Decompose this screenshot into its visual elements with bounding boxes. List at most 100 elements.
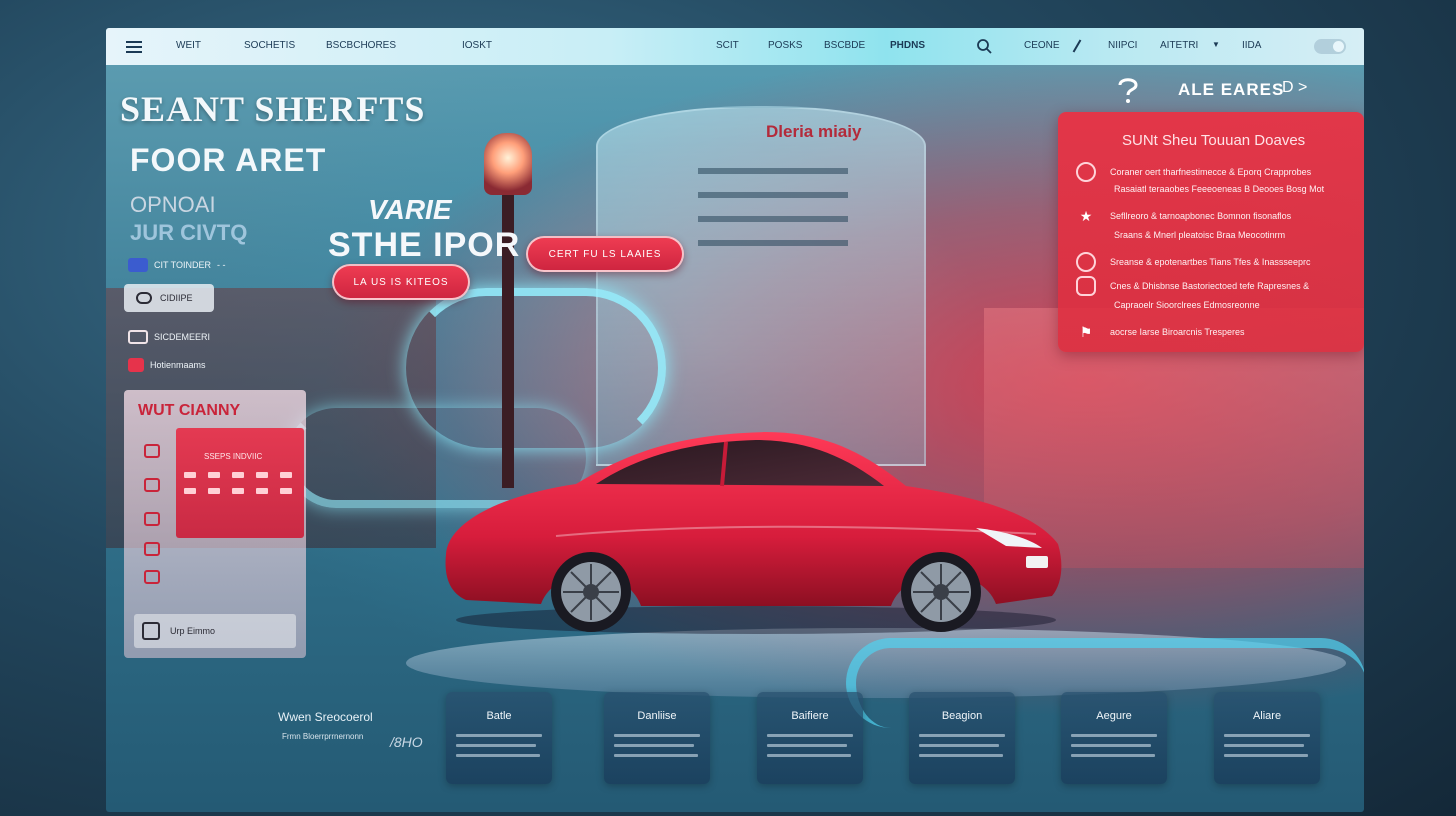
nav-item[interactable]: CEONE (1024, 40, 1060, 51)
user-icon[interactable] (144, 512, 160, 526)
card-title: Batle (486, 710, 512, 722)
right-callout-title[interactable]: ALE EARES (1178, 80, 1284, 100)
nav-item[interactable]: PHDNS (890, 40, 925, 51)
tower-stripe (698, 168, 848, 174)
tower-sign: Dleria miaiy (766, 122, 862, 141)
theme-toggle[interactable] (1314, 39, 1346, 54)
target-icon (1076, 162, 1096, 182)
card-title: Aegure (1096, 710, 1132, 722)
feature-row[interactable]: Sraans & Mnerl pleatoisc Braa Meocotinrm (1114, 230, 1285, 240)
tower-stripe (698, 192, 848, 198)
feature-card[interactable]: Baifiere (757, 692, 863, 784)
side-row[interactable]: SICDEMEERI (128, 330, 210, 344)
tower-stripe (698, 216, 848, 222)
side-row-label: Hotienmaams (150, 360, 206, 370)
feature-text: aocrse Iarse Biroarcnis Tresperes (1110, 327, 1245, 337)
promo-heading: VARIE (368, 194, 452, 225)
help-icon[interactable] (1116, 76, 1140, 104)
left-panel-title: WUT CIANNY (138, 402, 241, 419)
card-title: Danliise (637, 710, 677, 722)
document-icon (128, 358, 144, 372)
feature-text: Coraner oert tharfnestimecce & Eporq Cra… (1110, 167, 1312, 177)
left-panel-grid-label: SSEPS INDVIIC (204, 452, 263, 461)
feature-card[interactable]: Danliise (604, 692, 710, 784)
menu-icon[interactable] (126, 41, 142, 53)
top-navbar: WEIT SOCHETIS BSCBCHORES IOSKT SCIT POSK… (106, 28, 1364, 65)
side-row[interactable]: Hotienmaams (128, 358, 206, 372)
feature-text: Cnes & Dhisbnse Bastoriectoed tefe Rapre… (1110, 281, 1310, 291)
side-pill-label: CIDIIPE (160, 293, 193, 303)
calendar-icon (142, 622, 160, 640)
nav-item[interactable]: BSCBDE (824, 40, 865, 51)
nav-item[interactable]: POSKS (768, 40, 802, 51)
feature-card[interactable]: Batle (446, 692, 552, 784)
car-icon[interactable] (144, 542, 160, 556)
features-panel: SUNt Sheu Touuan Doaves Coraner oert tha… (1058, 112, 1364, 352)
bottom-caption-code: /8HO (390, 734, 423, 750)
left-panel-footer[interactable]: Urp Eimmo (134, 614, 296, 648)
feature-row[interactable]: Cnes & Dhisbnse Bastoriectoed tefe Rapre… (1076, 276, 1309, 296)
feature-text: Sreanse & epotenartbes Tians Tfes & Inas… (1110, 257, 1311, 267)
tower-stripe (698, 240, 848, 246)
app-frame: Dleria miaiy WEIT SOCHETIS BSCBCHORES IO… (106, 28, 1364, 812)
more-icon: - - (217, 260, 226, 270)
side-row[interactable]: CIT TOINDER - - (128, 258, 226, 272)
cta-button[interactable]: CERT FU LS LAAIES (526, 236, 684, 272)
tag-icon[interactable] (144, 478, 160, 492)
left-panel-grid-items (184, 472, 298, 494)
hero-subtitle: FOOR ARET (130, 142, 327, 178)
feature-card[interactable]: Aegure (1061, 692, 1167, 784)
feature-row[interactable]: Capraoelr Sioorclrees Edmosreonne (1114, 300, 1260, 310)
nav-item[interactable]: AITETRI (1160, 40, 1198, 51)
search-icon[interactable] (976, 38, 992, 54)
feature-text: Sefllreoro & tarnoapbonec Bomnon fisonaf… (1110, 211, 1292, 221)
feature-card[interactable]: Beagion (909, 692, 1015, 784)
chevron-down-icon[interactable]: ▼ (1212, 40, 1220, 49)
feature-text: Rasaiatl teraaobes Feeeoeneas B Deooes B… (1114, 184, 1325, 194)
lock-icon (1076, 276, 1096, 296)
link-icon (136, 292, 152, 304)
feature-row[interactable]: Coraner oert tharfnestimecce & Eporq Cra… (1076, 162, 1311, 182)
divider (1072, 39, 1082, 53)
bottom-caption-title: Wwen Sreocoerol (278, 710, 373, 724)
feature-row[interactable]: ⚑ aocrse Iarse Biroarcnis Tresperes (1076, 322, 1245, 342)
arrow-right-icon[interactable]: D > (1282, 79, 1307, 97)
left-panel-footer-label: Urp Eimmo (170, 626, 216, 636)
hero-title: SEANT SHERFTS (120, 89, 426, 129)
side-pill-button[interactable]: CIDIIPE (124, 284, 214, 312)
feature-text: Sraans & Mnerl pleatoisc Braa Meocotinrm (1114, 230, 1286, 240)
feature-row[interactable]: Sreanse & epotenartbes Tians Tfes & Inas… (1076, 252, 1310, 272)
features-panel-title: SUNt Sheu Touuan Doaves (1122, 132, 1306, 149)
nav-item[interactable]: IIDA (1242, 40, 1261, 51)
info-icon (1076, 252, 1096, 272)
sports-car-image (445, 432, 1062, 634)
nav-item[interactable]: NIIPCI (1108, 40, 1137, 51)
nav-item[interactable]: WEIT (176, 40, 201, 51)
side-row-label: SICDEMEERI (154, 332, 211, 342)
card-title: Aliare (1252, 710, 1282, 722)
promo-button[interactable]: LA US IS KITEOS (332, 264, 470, 300)
left-panel-grid: SSEPS INDVIIC (176, 428, 304, 538)
left-info-panel: WUT CIANNY SSEPS INDVIIC Urp Eimmo (124, 390, 306, 658)
card-title: Baifiere (791, 710, 829, 722)
nav-item[interactable]: BSCBCHORES (326, 40, 396, 51)
nav-item[interactable]: SCIT (716, 40, 739, 51)
bottom-caption-subtitle: Frmn Bloerrprrnernonn (282, 732, 364, 741)
star-icon: ★ (1079, 207, 1093, 224)
feature-card[interactable]: Aliare (1214, 692, 1320, 784)
feature-row[interactable]: ★ Sefllreoro & tarnoapbonec Bomnon fison… (1076, 206, 1291, 226)
card-title: Beagion (941, 710, 983, 722)
pin-icon: ⚑ (1079, 323, 1093, 340)
nav-item[interactable]: IOSKT (462, 40, 492, 51)
side-row-label: CIT TOINDER (154, 260, 212, 270)
hero-tagline: OPNOAI (130, 192, 216, 217)
street-lamp-head (484, 133, 532, 195)
nav-item[interactable]: SOCHETIS (244, 40, 295, 51)
phone-icon[interactable] (144, 570, 160, 584)
feature-text: Capraoelr Sioorclrees Edmosreonne (1114, 300, 1260, 310)
flag-icon (128, 258, 148, 272)
heart-icon[interactable] (144, 444, 160, 458)
link-icon (128, 330, 148, 344)
hero-tagline-secondary: JUR CIVTQ (130, 220, 248, 245)
feature-row[interactable]: Rasaiatl teraaobes Feeeoeneas B Deooes B… (1114, 184, 1324, 194)
